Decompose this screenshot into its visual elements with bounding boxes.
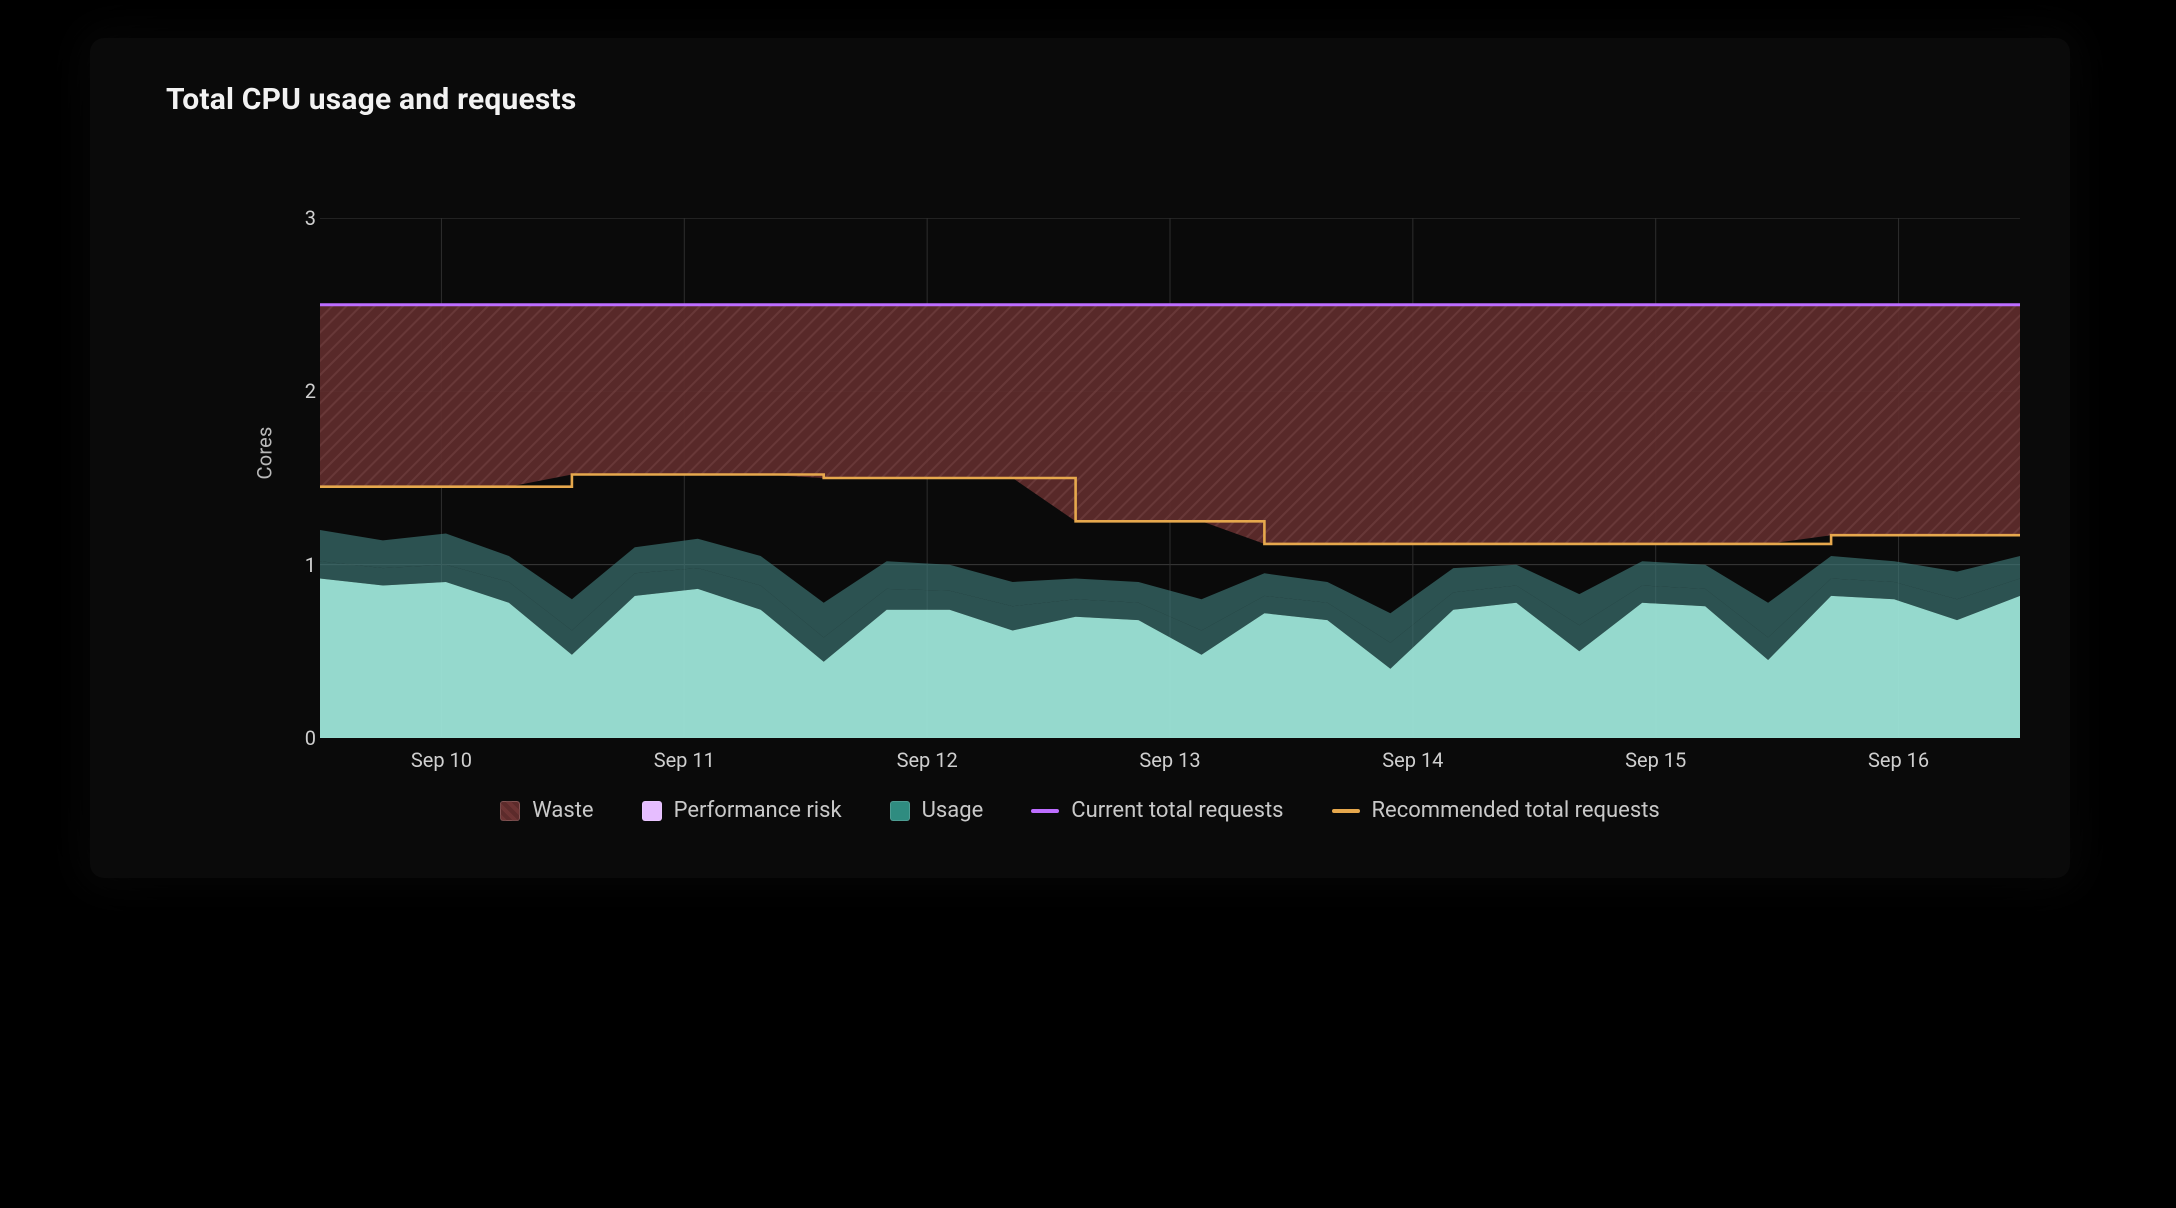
legend-item-usage[interactable]: Usage (890, 798, 984, 823)
y-axis-label: Cores (252, 427, 276, 480)
swatch-usage-icon (890, 801, 910, 821)
legend-label: Performance risk (674, 798, 842, 823)
legend: Waste Performance risk Usage Current tot… (90, 798, 2070, 823)
chart-plot[interactable] (320, 218, 2020, 738)
swatch-perf-icon (642, 801, 662, 821)
x-tick: Sep 11 (654, 748, 715, 772)
y-tick: 0 (286, 726, 316, 750)
chart-title: Total CPU usage and requests (166, 82, 576, 117)
legend-item-performance-risk[interactable]: Performance risk (642, 798, 842, 823)
y-tick: 2 (286, 379, 316, 403)
x-tick: Sep 10 (411, 748, 472, 772)
legend-item-waste[interactable]: Waste (500, 798, 593, 823)
x-tick: Sep 12 (897, 748, 958, 772)
legend-item-recommended-requests[interactable]: Recommended total requests (1332, 798, 1660, 823)
swatch-reco-icon (1332, 809, 1360, 813)
legend-label: Recommended total requests (1372, 798, 1660, 823)
x-tick: Sep 15 (1625, 748, 1686, 772)
chart-area: Cores 3 2 1 0 Sep 10Sep 11Sep 12Sep 13Se… (230, 158, 2020, 748)
swatch-current-icon (1031, 809, 1059, 813)
swatch-waste-icon (500, 801, 520, 821)
y-tick: 1 (286, 553, 316, 577)
legend-label: Usage (922, 798, 984, 823)
legend-item-current-requests[interactable]: Current total requests (1031, 798, 1283, 823)
x-tick: Sep 14 (1382, 748, 1443, 772)
x-tick: Sep 13 (1139, 748, 1200, 772)
chart-card: Total CPU usage and requests Cores 3 2 1… (90, 38, 2070, 878)
x-tick: Sep 16 (1868, 748, 1929, 772)
legend-label: Waste (532, 798, 593, 823)
legend-label: Current total requests (1071, 798, 1283, 823)
y-tick: 3 (286, 206, 316, 230)
x-axis: Sep 10 Sep 11 Sep 12 Sep 13 Sep 14 Sep 15 Sep … (320, 748, 2020, 784)
